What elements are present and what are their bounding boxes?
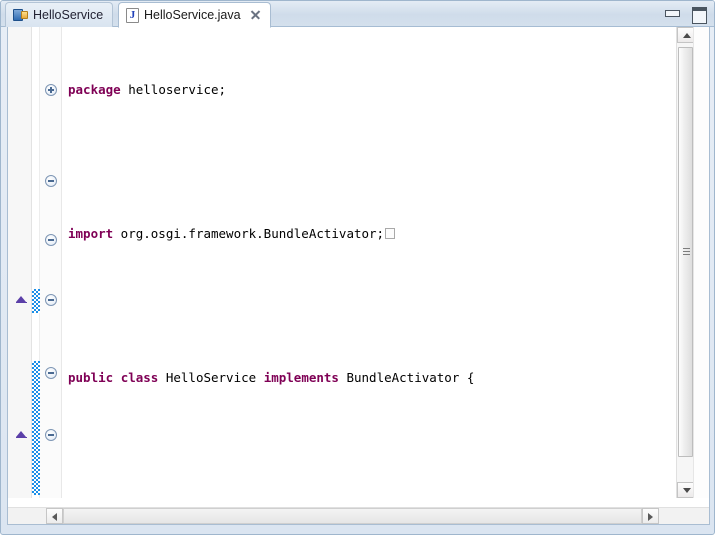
window-controls bbox=[664, 6, 707, 24]
scrollbar-thumb[interactable] bbox=[678, 47, 693, 457]
scroll-left-icon[interactable] bbox=[46, 508, 63, 524]
tab-label: HelloService.java bbox=[144, 8, 241, 22]
diff-change-marker bbox=[32, 361, 40, 495]
java-editor[interactable]: package helloservice; import org.osgi.fr… bbox=[7, 27, 710, 525]
token-keyword: import bbox=[68, 226, 114, 241]
editor-tab-bar: HelloService HelloService.java bbox=[1, 1, 714, 28]
code-area[interactable]: package helloservice; import org.osgi.fr… bbox=[62, 27, 665, 498]
scroll-up-icon[interactable] bbox=[677, 27, 694, 43]
diff-change-marker bbox=[32, 289, 40, 313]
overridden-method-marker-stop[interactable] bbox=[16, 430, 27, 438]
code-line: package helloservice; bbox=[62, 81, 665, 99]
code-line: public class HelloService implements Bun… bbox=[62, 369, 665, 387]
fold-toggle-javadoc-start[interactable] bbox=[45, 234, 57, 246]
scroll-down-icon[interactable] bbox=[677, 482, 694, 498]
scrollbar-track[interactable] bbox=[63, 508, 642, 524]
fold-toggle-import[interactable] bbox=[45, 84, 57, 96]
token-text: org.osgi.framework.BundleActivator; bbox=[113, 226, 385, 241]
scrollbar-grip-icon bbox=[683, 248, 690, 256]
tab-helloservice-java[interactable]: HelloService.java bbox=[118, 2, 271, 28]
code-line: import org.osgi.framework.BundleActivato… bbox=[62, 225, 665, 243]
fold-toggle-getcontext[interactable] bbox=[45, 175, 57, 187]
quick-diff-ruler bbox=[32, 27, 40, 498]
token-keyword: public bbox=[68, 370, 114, 385]
annotation-ruler[interactable] bbox=[8, 27, 32, 498]
collapsed-import-stub[interactable] bbox=[385, 228, 396, 239]
maximize-icon[interactable] bbox=[691, 6, 707, 24]
fold-toggle-start[interactable] bbox=[45, 294, 57, 306]
vertical-scrollbar[interactable] bbox=[676, 27, 694, 498]
horizontal-scrollbar[interactable] bbox=[8, 507, 709, 524]
token-keyword: implements bbox=[263, 370, 339, 385]
tab-helloservice[interactable]: HelloService bbox=[5, 2, 114, 27]
token-text: helloservice; bbox=[120, 82, 227, 97]
minimize-icon[interactable] bbox=[664, 6, 680, 20]
close-icon[interactable] bbox=[249, 9, 261, 21]
tab-label: HelloService bbox=[33, 8, 104, 22]
fold-toggle-javadoc-stop[interactable] bbox=[45, 367, 57, 379]
token-keyword: package bbox=[68, 82, 121, 97]
bundle-icon bbox=[13, 8, 28, 22]
scroll-right-icon[interactable] bbox=[642, 508, 659, 524]
token-type: HelloService bbox=[158, 370, 264, 385]
token-keyword: class bbox=[120, 370, 159, 385]
folding-ruler[interactable] bbox=[40, 27, 62, 498]
fold-toggle-stop[interactable] bbox=[45, 429, 57, 441]
token-text: BundleActivator { bbox=[338, 370, 475, 385]
eclipse-editor-window: HelloService HelloService.java bbox=[0, 0, 715, 535]
overridden-method-marker-start[interactable] bbox=[16, 295, 27, 303]
overview-ruler[interactable] bbox=[693, 27, 709, 498]
java-file-icon bbox=[126, 7, 139, 23]
